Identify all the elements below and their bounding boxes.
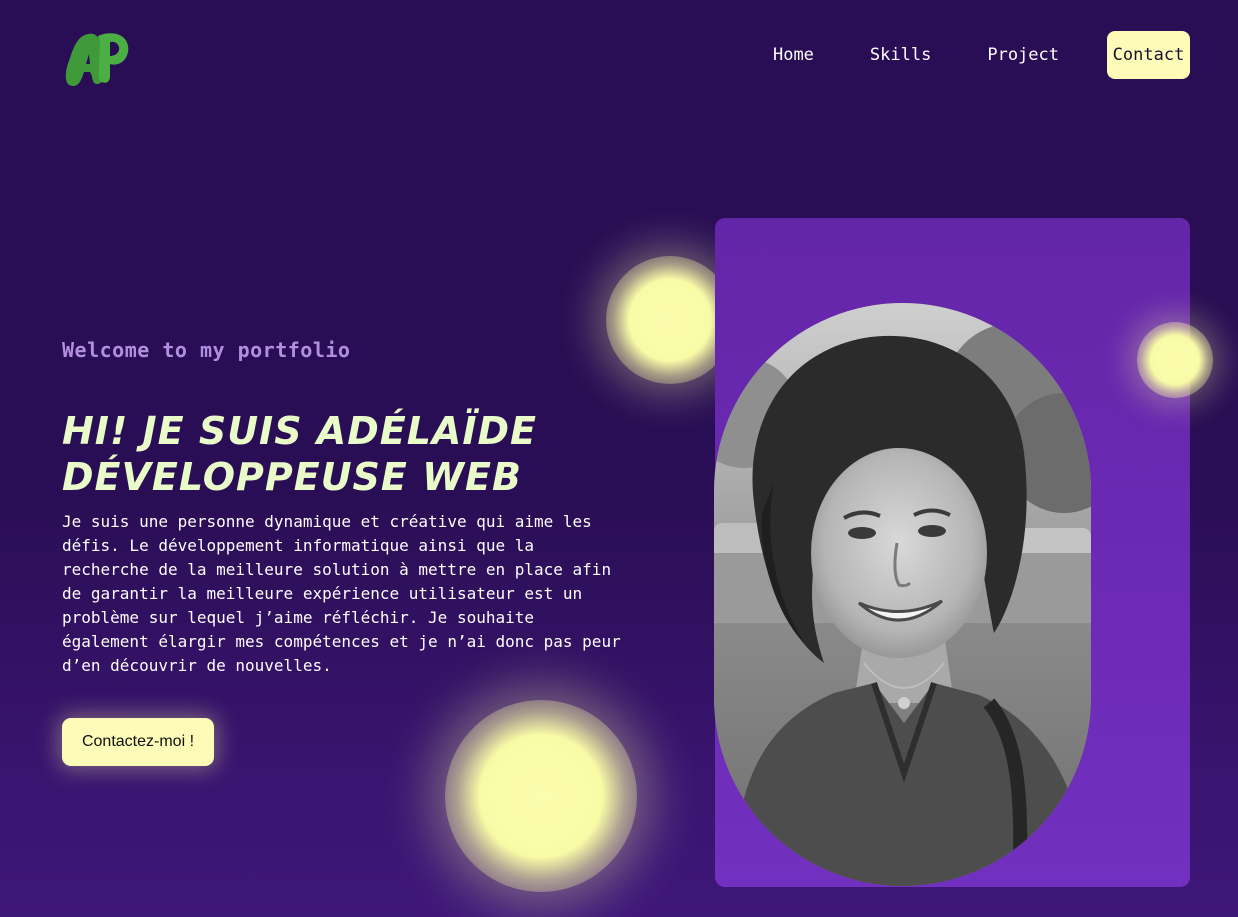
glow-orb-decoration [445,700,637,892]
portrait-photo [714,303,1091,886]
main-nav: Home Skills Project Contact [773,31,1190,79]
welcome-eyebrow: Welcome to my portfolio [62,338,351,362]
glow-orb-decoration [1137,322,1213,398]
nav-home[interactable]: Home [773,45,814,65]
intro-paragraph: Je suis une personne dynamique et créati… [62,512,621,675]
ap-logo[interactable]: AP [62,28,132,88]
headline-line-1: Hi! Je suis Adélaïde [62,409,537,453]
contact-me-button[interactable]: Contactez-moi ! [62,718,214,766]
hero-headline: Hi! Je suis Adélaïde développeuse web [62,408,662,500]
logo-text: AP [62,28,64,29]
nav-project[interactable]: Project [987,45,1059,65]
nav-skills[interactable]: Skills [870,45,931,65]
nav-contact-button[interactable]: Contact [1107,31,1190,79]
headline-line-2: développeuse web [62,455,522,499]
